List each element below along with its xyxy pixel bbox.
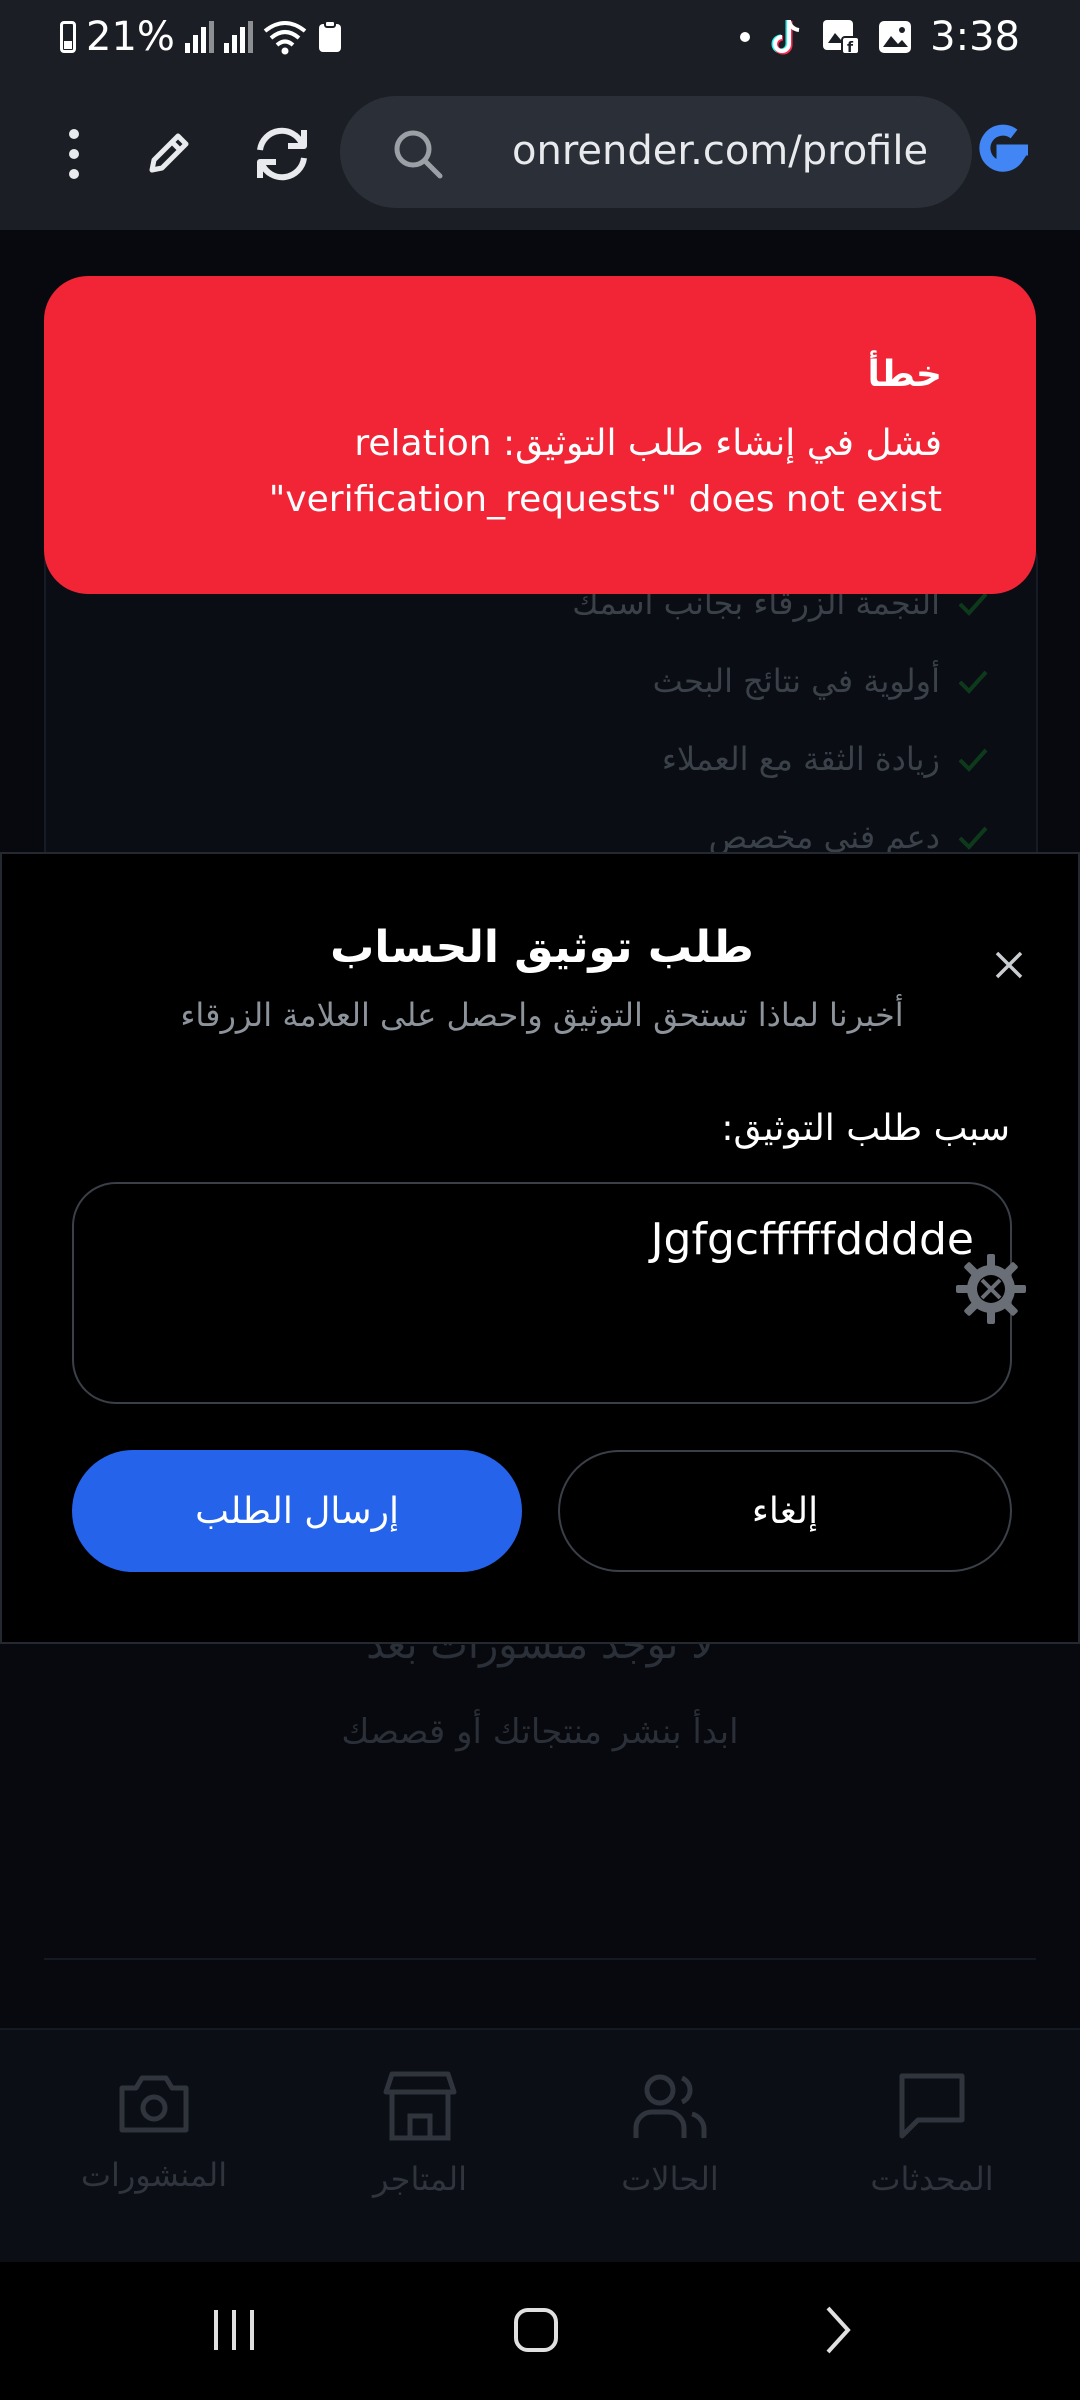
nav-label: المتاجر bbox=[373, 2160, 467, 2198]
battery-percent: 21% bbox=[86, 14, 175, 60]
google-icon[interactable] bbox=[968, 116, 1044, 192]
app-bottom-nav: المنشورات المتاجر الحالات المحدثات bbox=[0, 2028, 1080, 2262]
signal-icon bbox=[184, 21, 214, 53]
check-icon bbox=[958, 670, 988, 694]
back-icon[interactable] bbox=[798, 2300, 878, 2360]
wifi-icon bbox=[263, 19, 307, 55]
clock: 3:38 bbox=[930, 14, 1020, 60]
signal-icon bbox=[223, 21, 253, 53]
edit-pencil-icon[interactable] bbox=[130, 116, 206, 192]
toast-message: فشل في إنشاء طلب التوثيق: relation "veri… bbox=[268, 423, 942, 520]
chat-icon bbox=[899, 2073, 965, 2139]
status-right: f 3:38 bbox=[740, 14, 1020, 60]
search-icon bbox=[392, 128, 444, 184]
modal-subtitle: أخبرنا لماذا تستحق التوثيق واحصل على الع… bbox=[180, 996, 904, 1034]
nav-label: المنشورات bbox=[80, 2156, 228, 2194]
reason-textarea-value: Jgfgcfffffdddde bbox=[650, 1214, 974, 1265]
gear-icon[interactable] bbox=[954, 1252, 1028, 1326]
facebook-gallery-icon: f bbox=[822, 19, 861, 55]
empty-posts-subtitle: ابدأ بنشر منتجاتك أو قصصك bbox=[341, 1712, 739, 1752]
clipboard-icon bbox=[317, 20, 343, 54]
reason-field-label: سبب طلب التوثيق: bbox=[721, 1108, 1010, 1149]
nav-label: المحدثات bbox=[870, 2160, 994, 2198]
url-bar[interactable]: onrender.com/profile bbox=[340, 96, 972, 208]
battery-icon bbox=[60, 21, 76, 53]
nav-item-posts[interactable]: المنشورات bbox=[54, 2070, 254, 2194]
status-bar: 21% f 3:38 bbox=[0, 0, 1080, 78]
benefit-text: دعم فني مخصص bbox=[708, 818, 940, 856]
nav-label: الحالات bbox=[621, 2160, 719, 2198]
home-icon[interactable] bbox=[496, 2300, 576, 2360]
svg-text:f: f bbox=[847, 40, 854, 55]
gallery-icon bbox=[878, 20, 912, 54]
check-icon bbox=[958, 826, 988, 850]
recents-icon[interactable] bbox=[194, 2300, 274, 2360]
notification-dot bbox=[740, 32, 751, 42]
nav-item-chats[interactable]: المحدثات bbox=[832, 2070, 1032, 2198]
error-toast[interactable]: خطأ فشل في إنشاء طلب التوثيق: relation "… bbox=[44, 276, 1036, 594]
system-nav-bar bbox=[0, 2262, 1080, 2400]
store-icon bbox=[383, 2071, 457, 2141]
modal-title: طلب توثيق الحساب bbox=[330, 922, 754, 973]
cancel-button[interactable]: إلغاء bbox=[558, 1450, 1012, 1572]
verification-modal: طلب توثيق الحساب أخبرنا لماذا تستحق التو… bbox=[0, 852, 1080, 1644]
benefit-text: أولوية في نتائج البحث bbox=[652, 662, 940, 700]
refresh-icon[interactable] bbox=[244, 116, 320, 192]
tiktok-icon bbox=[768, 18, 804, 56]
check-icon bbox=[958, 748, 988, 772]
users-icon bbox=[633, 2074, 707, 2138]
url-text: onrender.com/profile bbox=[512, 128, 929, 174]
reason-textarea[interactable]: Jgfgcfffffdddde bbox=[72, 1182, 1012, 1404]
nav-item-stores[interactable]: المتاجر bbox=[320, 2070, 520, 2198]
toast-title: خطأ bbox=[867, 354, 942, 395]
benefit-text: زيادة الثقة مع العملاء bbox=[661, 740, 940, 778]
nav-item-stories[interactable]: الحالات bbox=[570, 2070, 770, 2198]
browser-toolbar: onrender.com/profile bbox=[0, 78, 1080, 230]
more-vert-icon[interactable] bbox=[36, 116, 112, 192]
status-left: 21% bbox=[60, 14, 343, 60]
divider bbox=[44, 1958, 1036, 1960]
camera-icon bbox=[119, 2075, 189, 2133]
submit-request-button[interactable]: إرسال الطلب bbox=[72, 1450, 522, 1572]
